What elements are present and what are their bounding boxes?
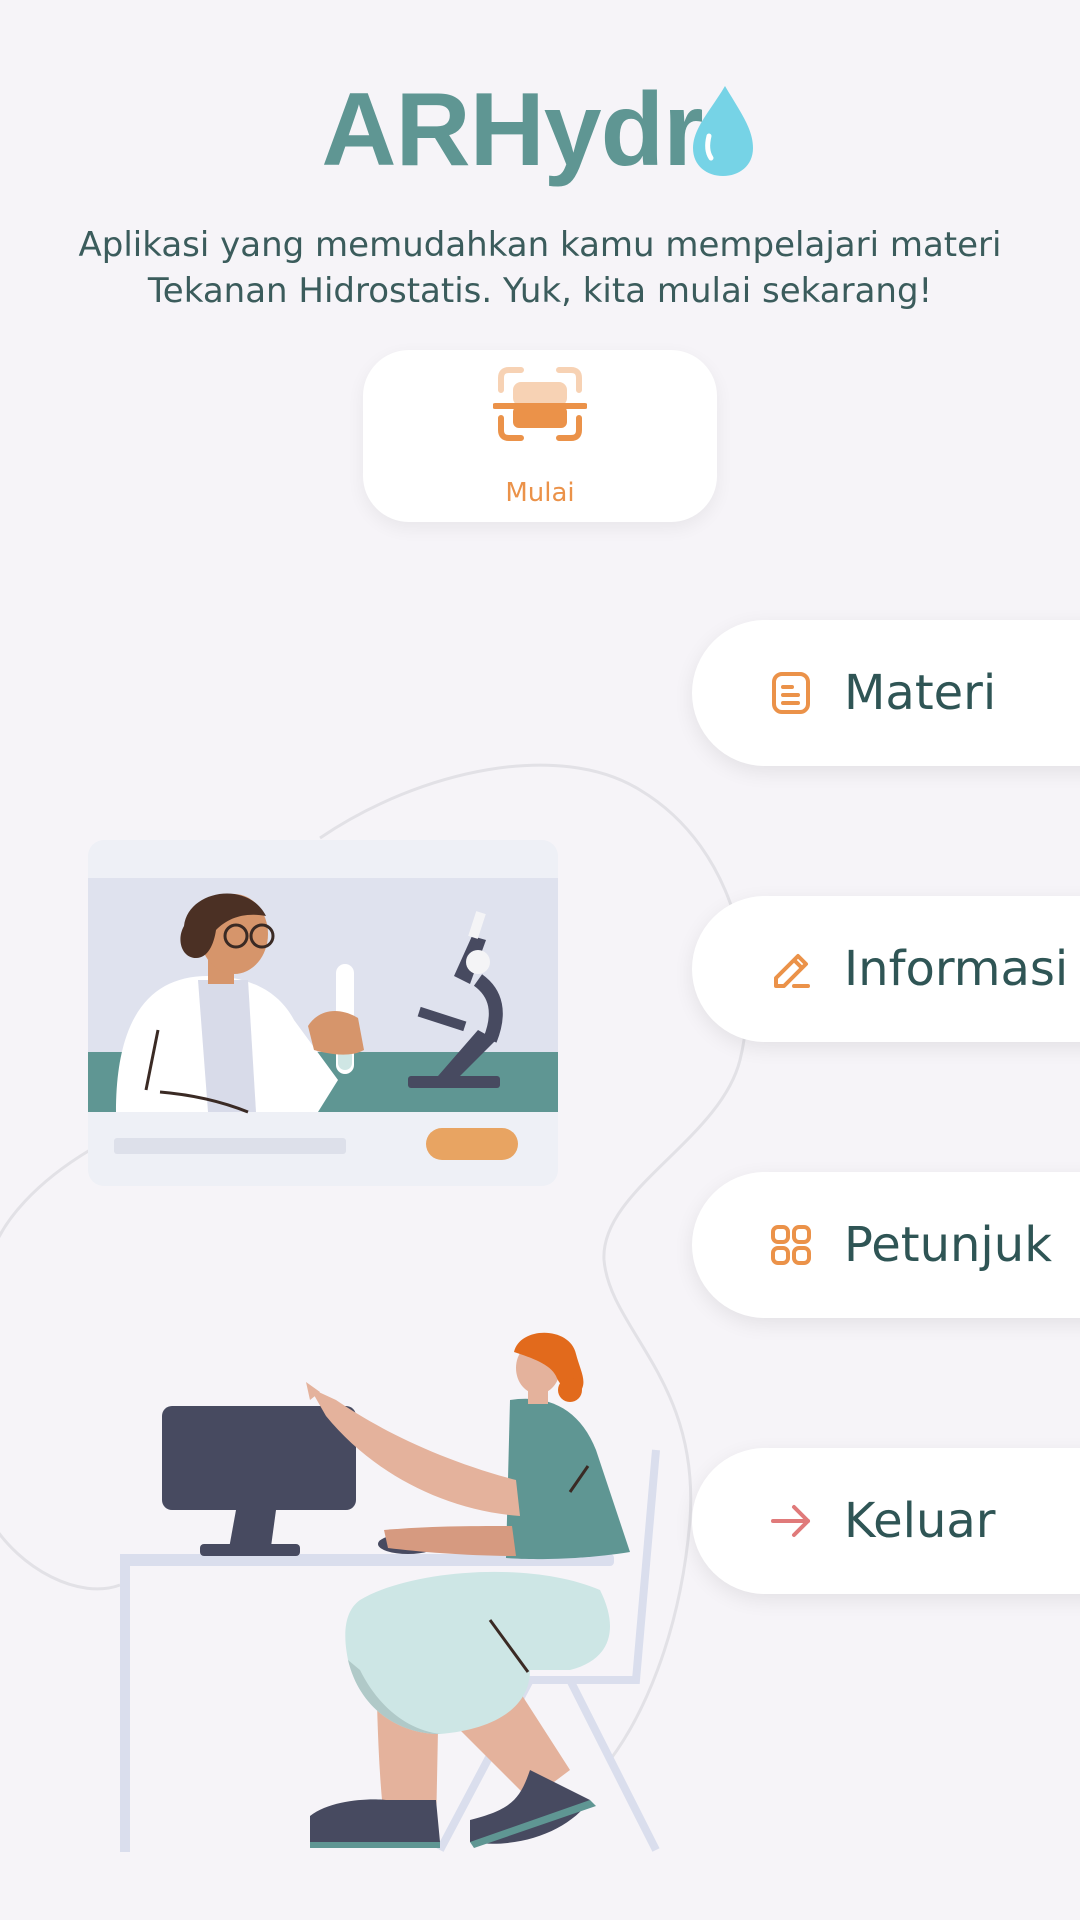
menu-item-materi[interactable]: Materi [692,620,1080,766]
student-computer-illustration [120,1332,660,1852]
arrow-right-icon [771,1505,810,1537]
scientist-video-illustration [88,840,558,1186]
menu-item-keluar[interactable]: Keluar [692,1448,1080,1594]
logo-text: ARHydr [321,72,703,188]
menu-item-label: Keluar [844,1493,996,1549]
menu-item-label: Informasi [844,941,1069,997]
menu-item-label: Materi [844,665,997,721]
tagline-line-1: Aplikasi yang memudahkan kamu mempelajar… [78,225,1002,265]
app-tagline: Aplikasi yang memudahkan kamu mempelajar… [60,222,1020,314]
menu-item-petunjuk[interactable]: Petunjuk [692,1172,1080,1318]
grid-icon [771,1225,811,1265]
water-drop-icon [692,86,753,176]
ar-scan-icon [493,367,587,441]
tagline-line-2: Tekanan Hidrostatis. Yuk, kita mulai sek… [147,271,933,311]
document-icon [772,672,810,714]
start-button[interactable]: Mulai [363,350,717,522]
pencil-icon [774,954,810,988]
menu-item-informasi[interactable]: Informasi [692,896,1080,1042]
start-label: Mulai [505,478,575,508]
menu-item-label: Petunjuk [844,1217,1052,1273]
app-logo: ARHydr [0,78,1080,182]
